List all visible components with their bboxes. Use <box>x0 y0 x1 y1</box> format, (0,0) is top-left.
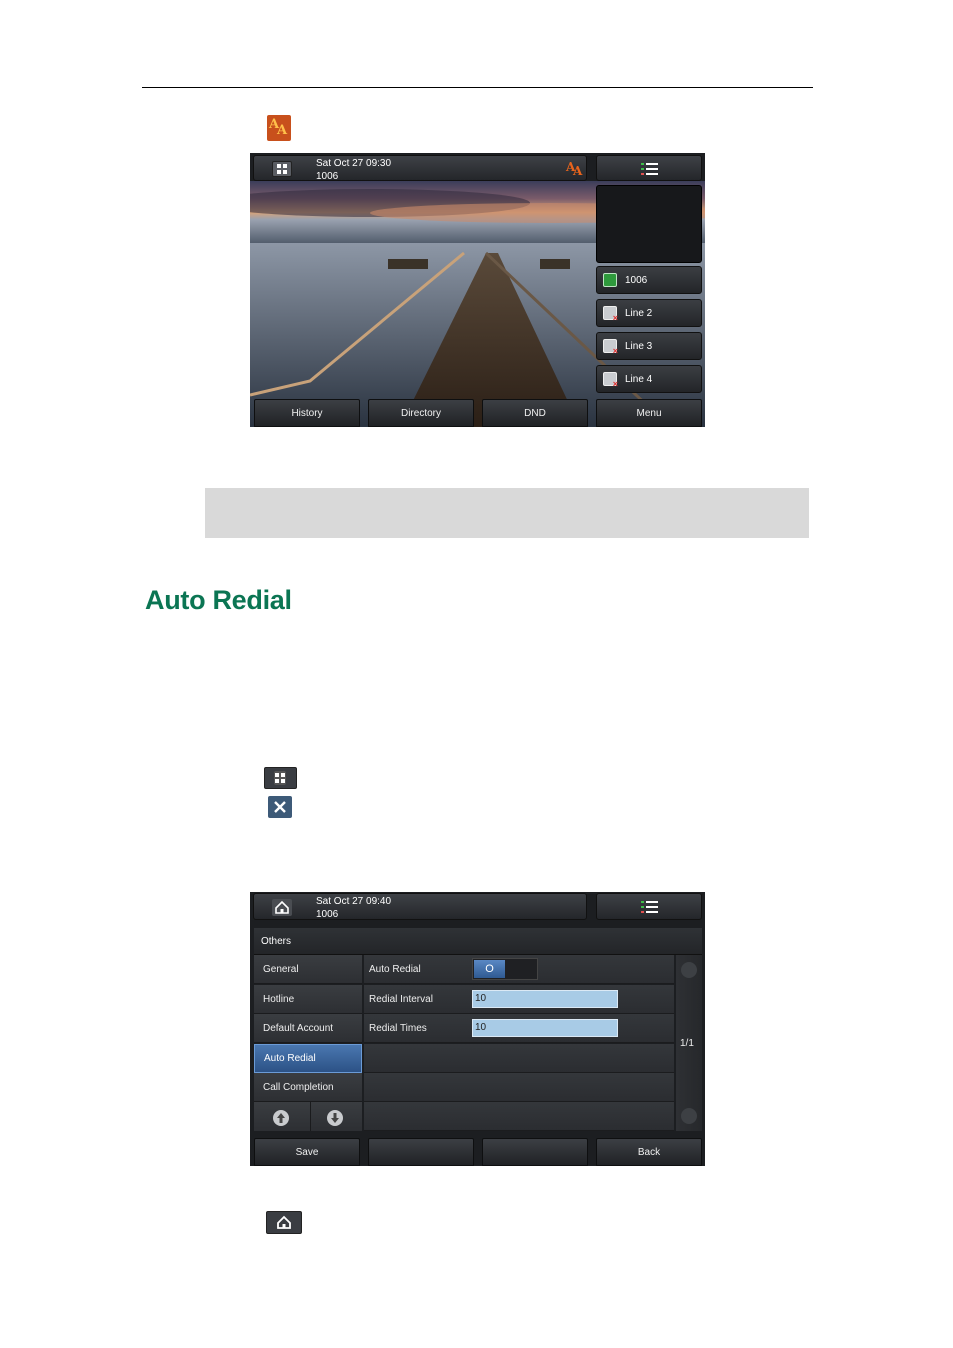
softkey-back[interactable]: Back <box>596 1138 702 1166</box>
status-bar: Sat Oct 27 09:40 1006 <box>253 893 587 920</box>
close-icon <box>268 796 292 818</box>
unregistered-line-icon <box>603 372 618 389</box>
line-key-label: Line 4 <box>625 373 653 385</box>
breadcrumb-label: Others <box>261 936 292 947</box>
setting-row-empty <box>364 1044 674 1073</box>
scroll-up-icon[interactable] <box>680 961 698 979</box>
menu-item-default-account[interactable]: Default Account <box>254 1014 362 1043</box>
softkey-menu[interactable]: Menu <box>596 399 702 427</box>
line-menu-button[interactable] <box>596 893 702 920</box>
setting-label: Redial Times <box>369 1023 427 1034</box>
line-key-2[interactable]: Line 2 <box>596 299 702 327</box>
list-menu-icon <box>641 163 658 175</box>
redial-times-input[interactable]: 10 <box>472 1019 618 1037</box>
setting-label: Auto Redial <box>369 964 421 975</box>
home-icon[interactable] <box>272 899 292 916</box>
softkey-history[interactable]: History <box>254 399 360 427</box>
setting-row-empty <box>364 1073 674 1102</box>
list-menu-icon <box>641 901 658 913</box>
home-icon <box>266 1211 302 1234</box>
menu-scroll-controls <box>254 1102 362 1131</box>
line-menu-button[interactable] <box>596 155 702 181</box>
menu-item-call-completion[interactable]: Call Completion <box>254 1073 362 1102</box>
setting-row-redial-interval: Redial Interval 10 <box>364 985 674 1014</box>
arrow-up-icon[interactable] <box>272 1109 290 1127</box>
menu-item-auto-redial[interactable]: Auto Redial <box>254 1044 362 1073</box>
note-box <box>205 488 809 538</box>
auto-redial-toggle[interactable]: O <box>472 958 538 980</box>
line-key-label: Line 3 <box>625 340 653 352</box>
setting-label: Redial Interval <box>369 994 433 1005</box>
softkey-empty <box>368 1138 474 1166</box>
toggle-knob: O <box>474 960 505 978</box>
line-key-1[interactable]: 1006 <box>596 266 702 294</box>
arrow-down-icon[interactable] <box>326 1109 344 1127</box>
line-key-label: Line 2 <box>625 307 653 319</box>
section-heading: Auto Redial <box>145 585 292 615</box>
auto-redial-settings-screen: Sat Oct 27 09:40 1006 Others General Hot… <box>250 892 705 1166</box>
scrollbar[interactable]: 1/1 <box>676 955 702 1131</box>
page-indicator: 1/1 <box>680 1038 694 1049</box>
status-datetime: Sat Oct 27 09:40 <box>316 896 392 907</box>
softkey-empty <box>482 1138 588 1166</box>
menu-grid-icon <box>264 767 297 789</box>
status-account: 1006 <box>316 171 339 182</box>
softkey-save[interactable]: Save <box>254 1138 360 1166</box>
setting-row-auto-redial: Auto Redial O <box>364 955 674 984</box>
status-datetime: Sat Oct 27 09:30 <box>316 158 392 169</box>
menu-item-general[interactable]: General <box>254 955 362 984</box>
app-grid-icon[interactable] <box>272 161 292 177</box>
setting-row-redial-times: Redial Times 10 <box>364 1014 674 1043</box>
softkey-directory[interactable]: Directory <box>368 399 474 427</box>
header-rule <box>142 87 813 88</box>
setting-row-empty <box>364 1102 674 1131</box>
font-size-icon[interactable]: A A <box>566 160 584 178</box>
menu-item-hotline[interactable]: Hotline <box>254 985 362 1014</box>
registered-phone-icon <box>603 273 617 287</box>
font-size-icon: A A <box>267 115 291 141</box>
unregistered-line-icon <box>603 339 618 356</box>
phone-idle-screen: Sat Oct 27 09:30 1006 A A 1006 Line 2 Li… <box>250 153 705 427</box>
line-key-label: 1006 <box>625 274 648 286</box>
softkey-dnd[interactable]: DND <box>482 399 588 427</box>
line-info-panel <box>596 185 702 263</box>
breadcrumb: Others <box>254 928 702 955</box>
redial-interval-input[interactable]: 10 <box>472 990 618 1008</box>
line-key-3[interactable]: Line 3 <box>596 332 702 360</box>
line-key-4[interactable]: Line 4 <box>596 365 702 393</box>
scroll-down-icon[interactable] <box>680 1107 698 1125</box>
unregistered-line-icon <box>603 306 618 323</box>
status-bar: Sat Oct 27 09:30 1006 A A <box>253 155 587 182</box>
status-account: 1006 <box>316 909 339 920</box>
